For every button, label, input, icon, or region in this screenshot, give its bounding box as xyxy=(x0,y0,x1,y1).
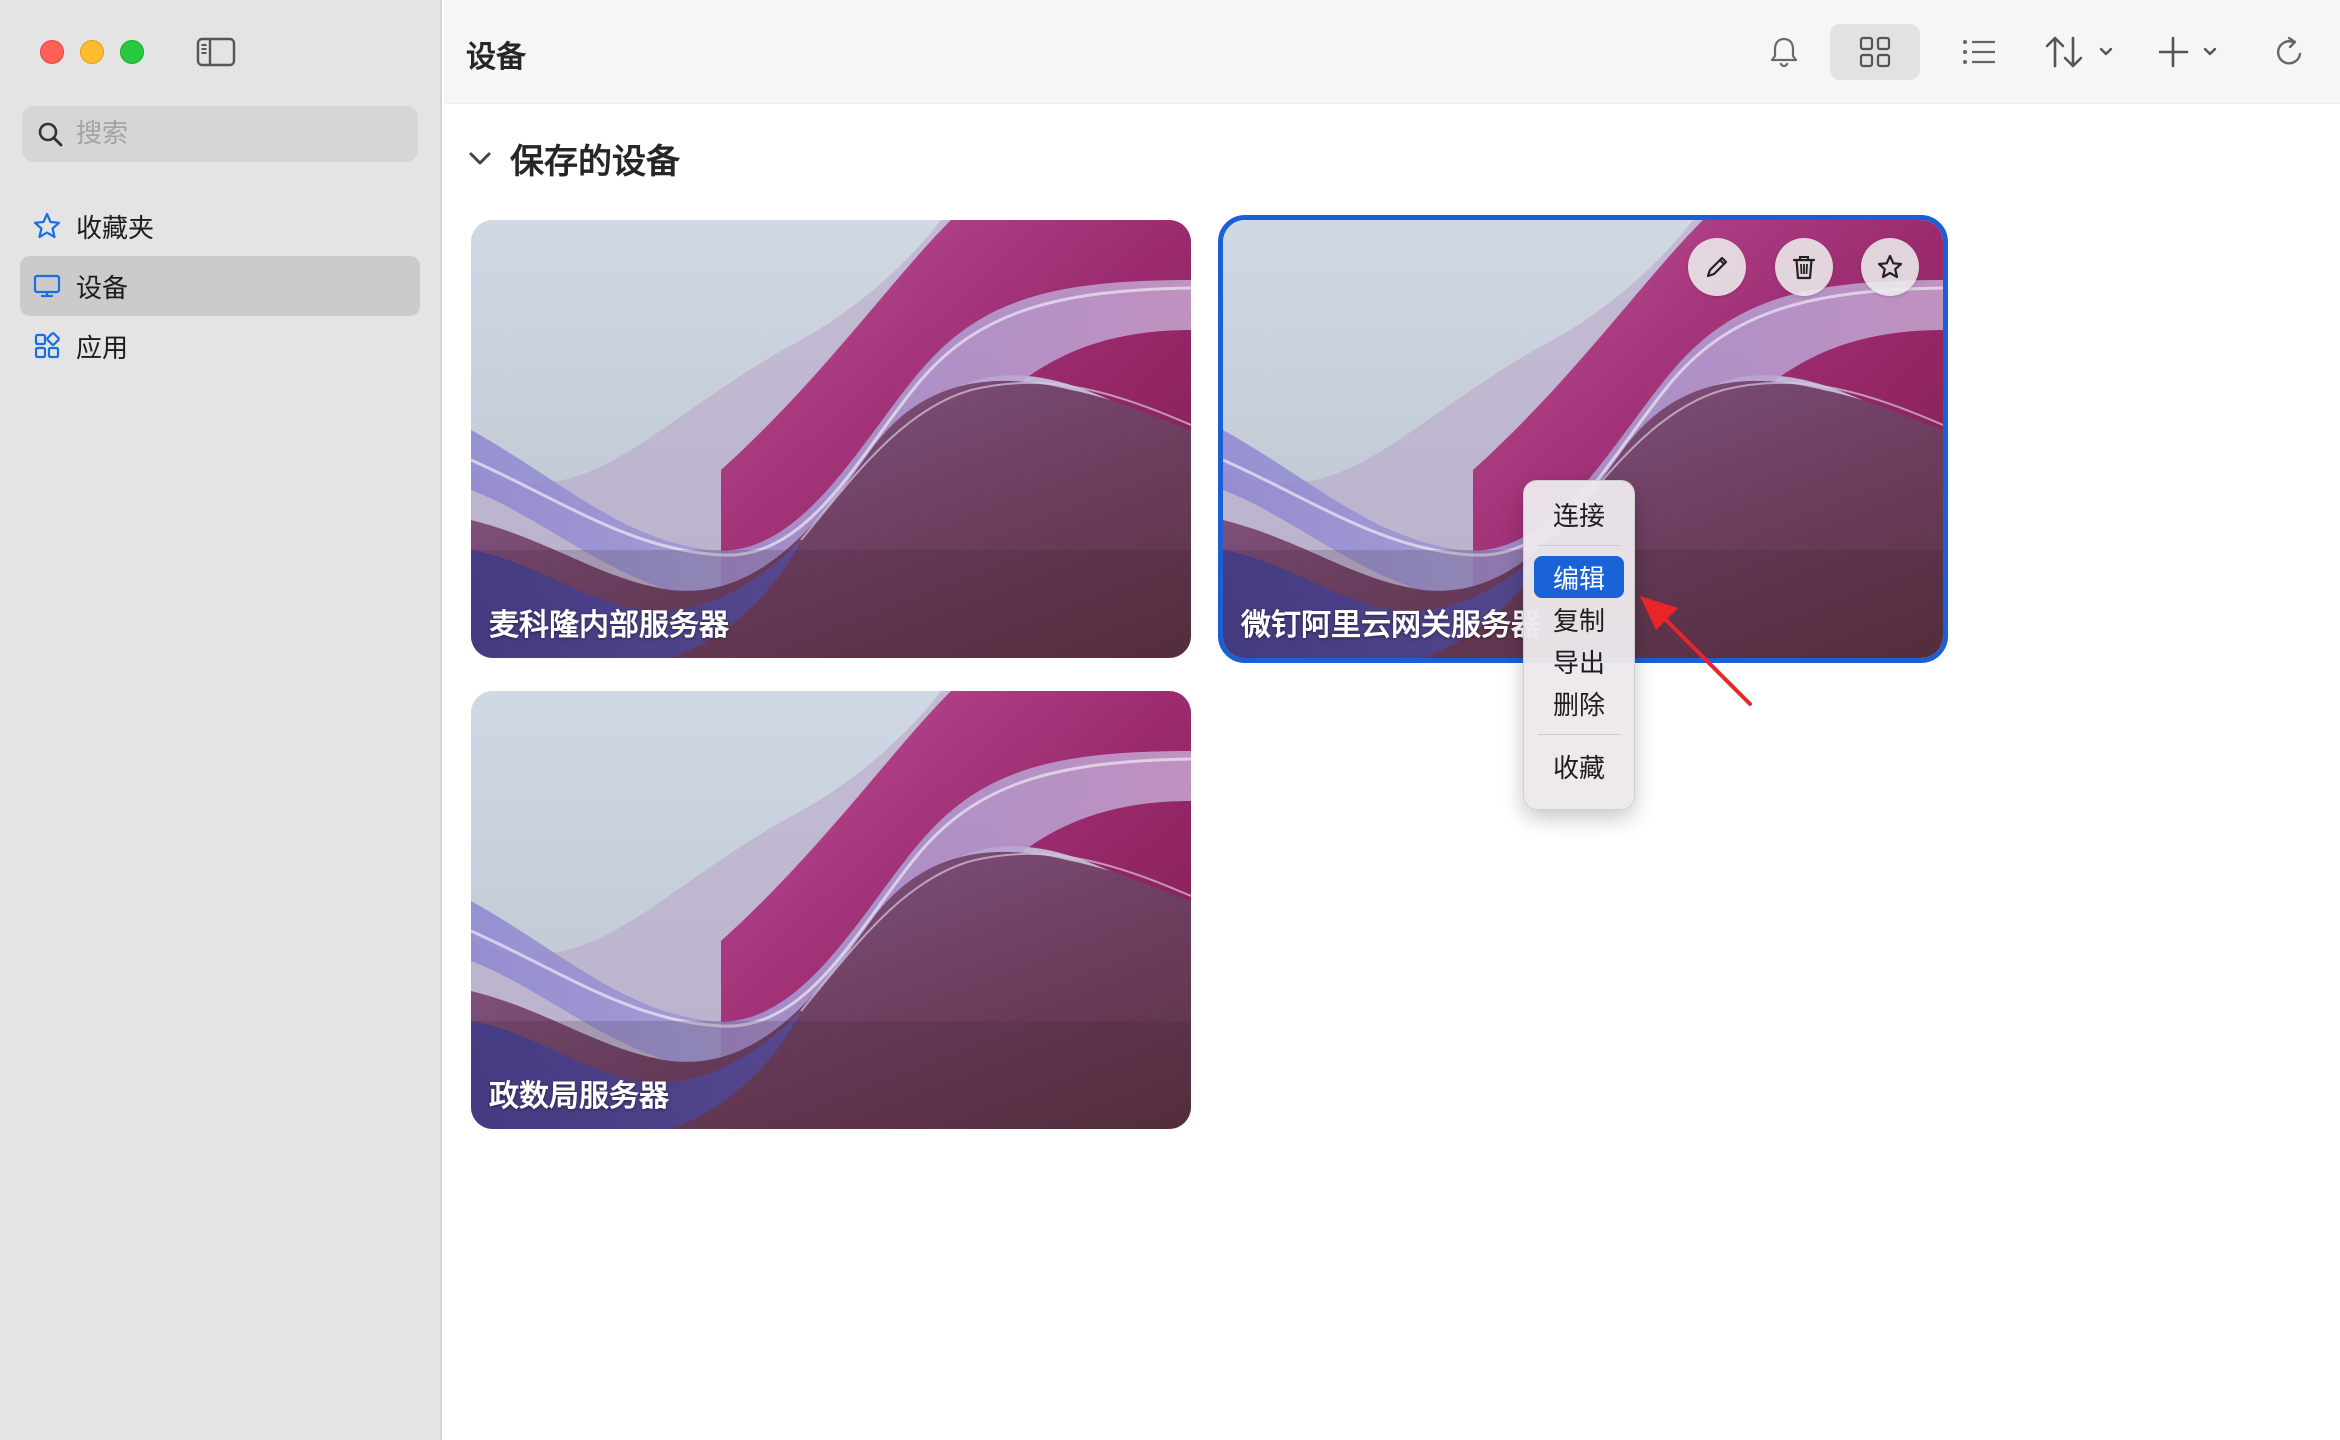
sidebar-nav: 收藏夹 设备 应用 xyxy=(20,196,420,376)
menu-item-edit[interactable]: 编辑 xyxy=(1534,556,1624,598)
sidebar-item-devices[interactable]: 设备 xyxy=(20,256,420,316)
list-view-button[interactable] xyxy=(1944,24,2014,80)
search-box[interactable] xyxy=(22,106,418,162)
device-card-name: 微钉阿里云网关服务器 xyxy=(1241,608,1541,643)
star-icon xyxy=(1877,254,1903,279)
section-title: 保存的设备 xyxy=(510,142,680,182)
sidebar: 收藏夹 设备 应用 xyxy=(0,0,442,1440)
refresh-icon xyxy=(2276,36,2302,65)
card-wallpaper xyxy=(471,220,1191,658)
sidebar-item-label: 设备 xyxy=(76,273,129,304)
sidebar-toggle-icon xyxy=(196,37,236,67)
section-header[interactable]: 保存的设备 xyxy=(466,134,680,183)
favorite-device-button[interactable] xyxy=(1861,238,1919,296)
search-input[interactable] xyxy=(76,119,396,149)
sidebar-item-apps[interactable]: 应用 xyxy=(20,316,420,376)
delete-device-button[interactable] xyxy=(1775,238,1833,296)
menu-item-connect[interactable]: 连接 xyxy=(1534,493,1624,535)
add-button[interactable] xyxy=(2154,24,2234,80)
edit-icon xyxy=(1706,256,1728,278)
minimize-window-button[interactable] xyxy=(80,40,104,64)
list-view-icon xyxy=(1963,40,1995,64)
sort-button[interactable] xyxy=(2038,24,2128,80)
trash-icon xyxy=(1792,256,1816,280)
device-card[interactable]: 政数局服务器 xyxy=(471,691,1191,1129)
add-icon xyxy=(2159,36,2217,68)
grid-view-button[interactable] xyxy=(1830,24,1920,80)
star-icon xyxy=(33,212,61,239)
refresh-button[interactable] xyxy=(2260,24,2320,80)
device-card-name: 政数局服务器 xyxy=(489,1079,669,1114)
sort-icon xyxy=(2045,36,2113,68)
menu-separator xyxy=(1538,734,1620,735)
sidebar-item-label: 应用 xyxy=(76,333,129,364)
menu-item-delete[interactable]: 删除 xyxy=(1534,682,1624,724)
bell-icon xyxy=(1770,37,1798,68)
toolbar: 设备 xyxy=(444,0,2340,104)
chevron-down-icon xyxy=(469,152,491,164)
menu-separator xyxy=(1538,545,1620,546)
sidebar-item-favorites[interactable]: 收藏夹 xyxy=(20,196,420,256)
sidebar-item-label: 收藏夹 xyxy=(76,213,155,244)
maximize-window-button[interactable] xyxy=(120,40,144,64)
close-window-button[interactable] xyxy=(40,40,64,64)
apps-icon xyxy=(34,332,60,359)
window-controls xyxy=(40,40,144,64)
sidebar-toggle-button[interactable] xyxy=(196,36,236,68)
device-card[interactable]: 麦科隆内部服务器 xyxy=(471,220,1191,658)
page-title: 设备 xyxy=(466,40,526,75)
menu-item-duplicate[interactable]: 复制 xyxy=(1534,598,1624,640)
app-window: 收藏夹 设备 应用 设备 xyxy=(0,0,2340,1440)
card-wallpaper xyxy=(471,691,1191,1129)
menu-item-export[interactable]: 导出 xyxy=(1534,640,1624,682)
notifications-button[interactable] xyxy=(1754,24,1814,80)
context-menu: 连接 编辑 复制 导出 删除 收藏 xyxy=(1523,480,1635,810)
grid-view-icon xyxy=(1859,36,1891,68)
menu-item-favorite[interactable]: 收藏 xyxy=(1534,745,1624,787)
main-content: 保存的设备 麦科隆内部服务器 微钉阿里云网关服务器 政数局服务器 xyxy=(444,104,2340,1440)
monitor-icon xyxy=(33,274,61,298)
edit-device-button[interactable] xyxy=(1688,238,1746,296)
device-card-name: 麦科隆内部服务器 xyxy=(489,608,729,643)
search-icon xyxy=(38,122,63,147)
